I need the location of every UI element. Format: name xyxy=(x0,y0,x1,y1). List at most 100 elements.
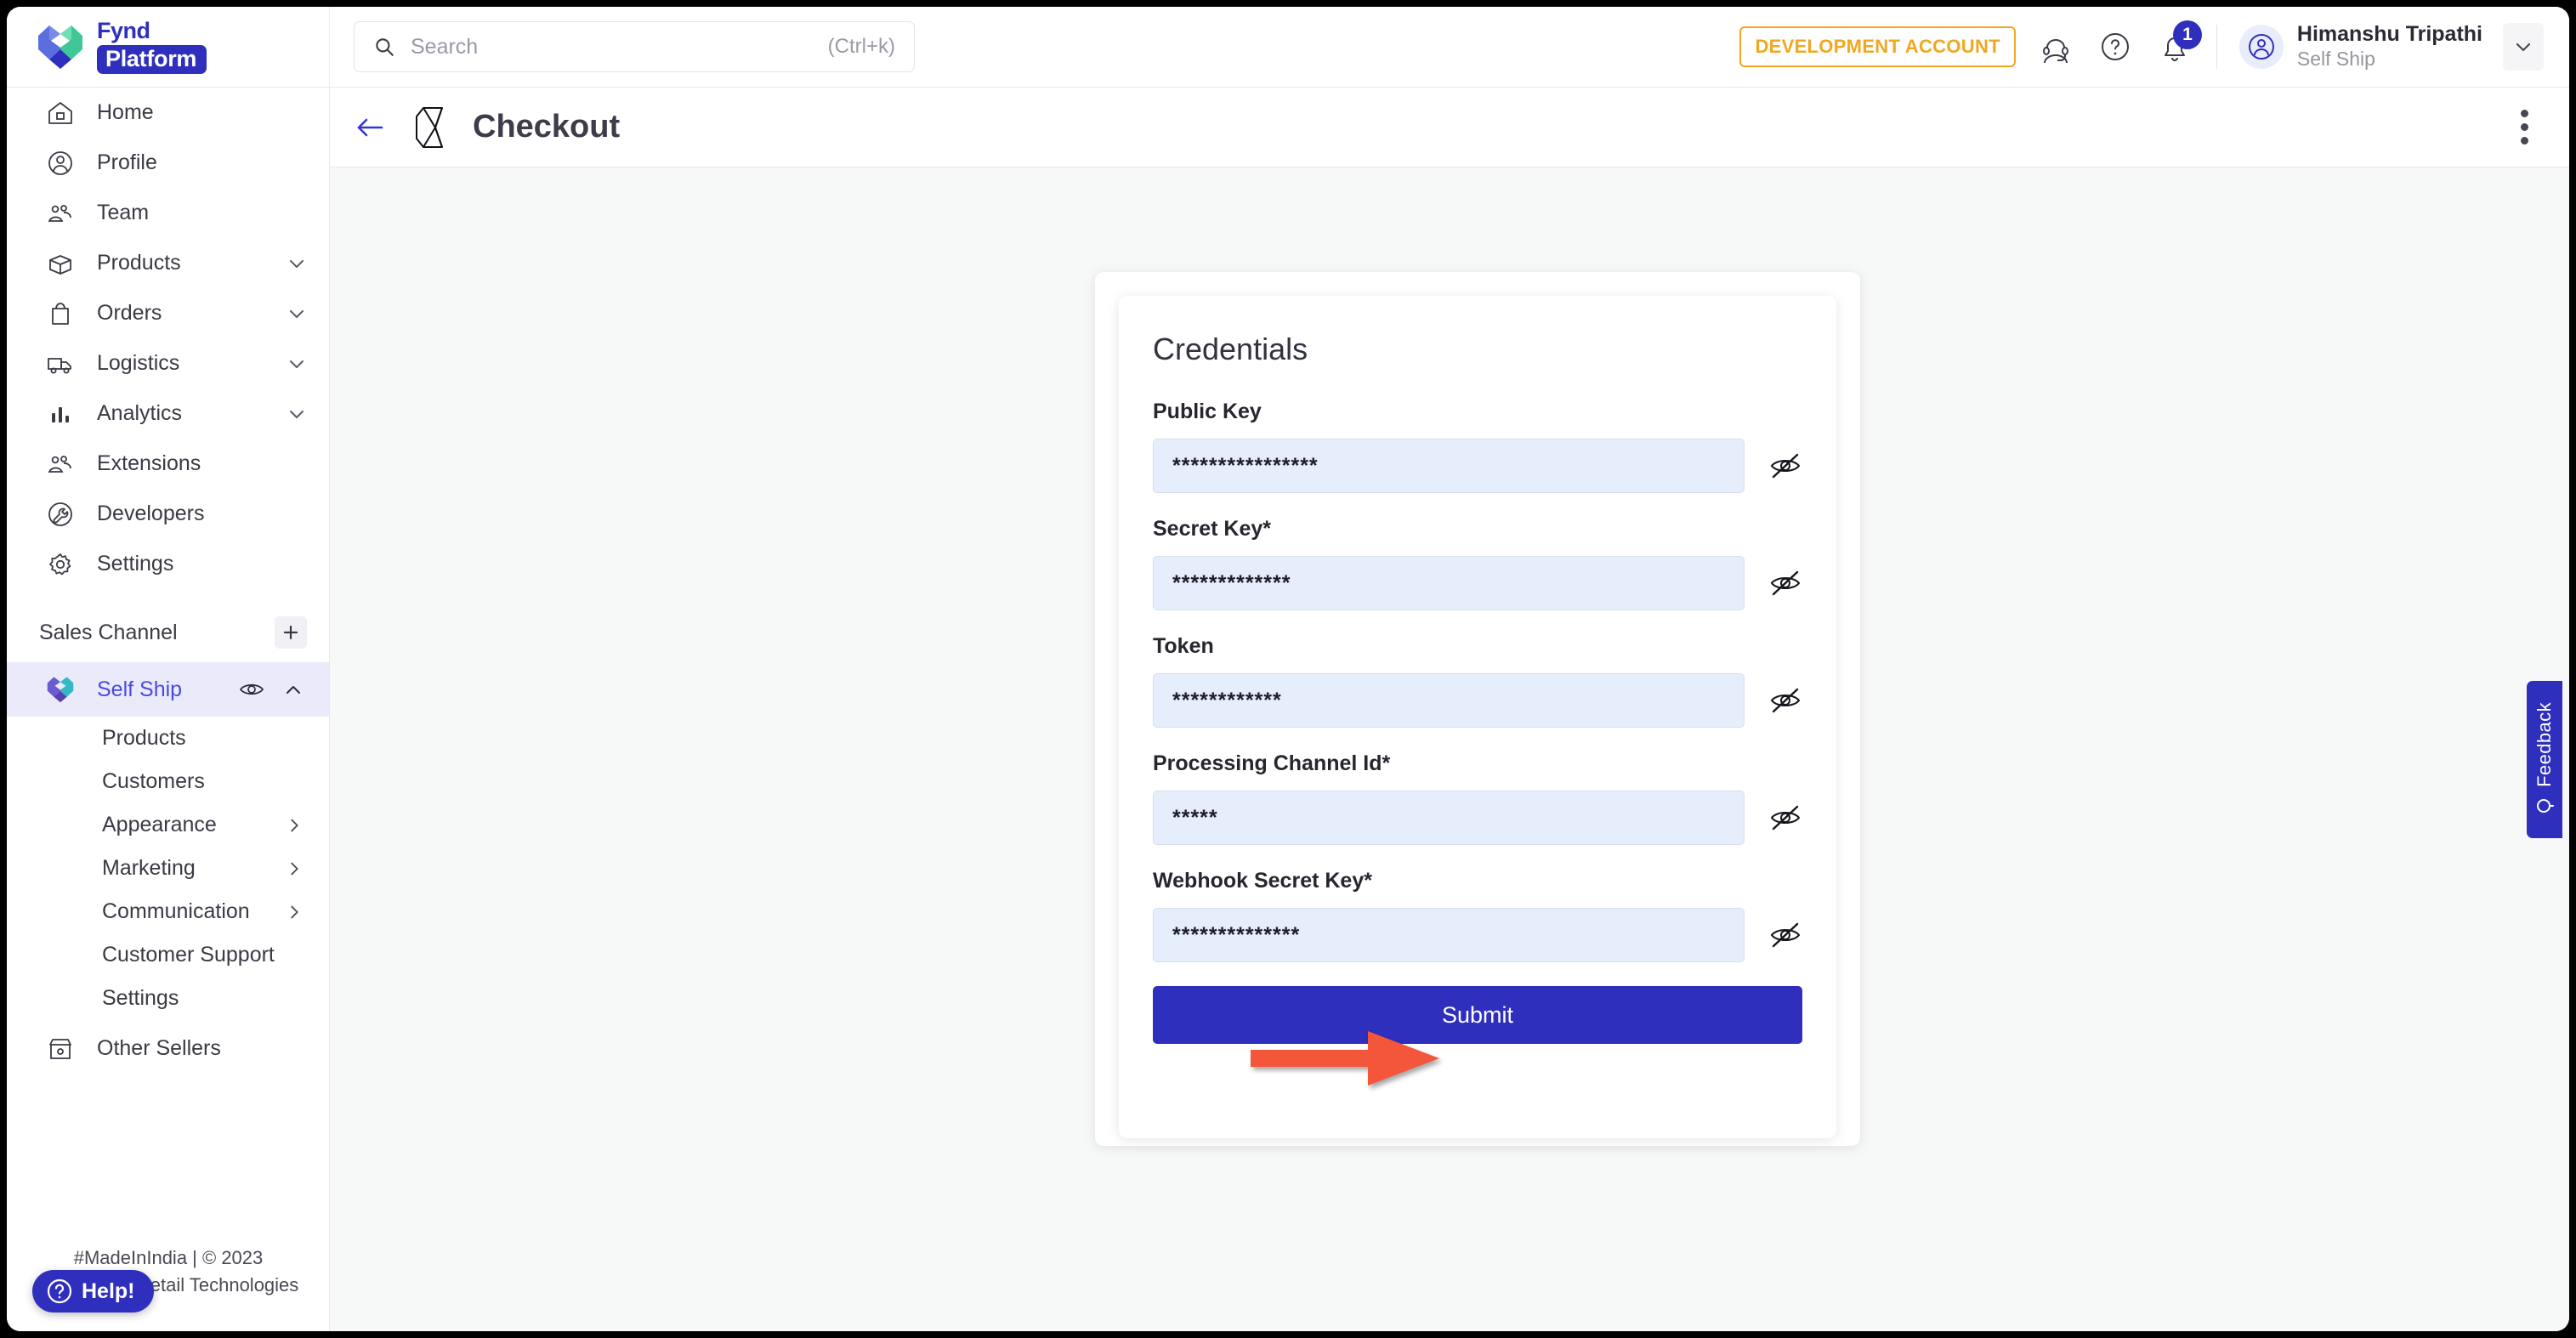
sidebar-subitem-communication[interactable]: Communication xyxy=(7,890,329,933)
processing-channel-id-input[interactable]: ***** xyxy=(1153,791,1745,845)
sidebar-item-label: Profile xyxy=(97,150,157,174)
sidebar-subitem-label: Settings xyxy=(102,986,179,1010)
sidebar-subitem-settings[interactable]: Settings xyxy=(7,977,329,1020)
chevron-right-icon xyxy=(291,905,298,918)
public-key-input[interactable]: **************** xyxy=(1153,439,1745,493)
eye-off-icon[interactable] xyxy=(1768,918,1802,952)
sales-channel-title: Sales Channel xyxy=(39,620,178,644)
sidebar-item-label: Team xyxy=(97,201,150,224)
sidebar-item-label: Extensions xyxy=(97,451,201,475)
sidebar-subitem-marketing[interactable]: Marketing xyxy=(7,847,329,890)
chevron-down-icon xyxy=(290,309,304,318)
box-icon xyxy=(49,254,71,275)
chevron-up-icon[interactable] xyxy=(283,679,304,700)
eye-off-icon[interactable] xyxy=(1768,449,1802,483)
add-sales-channel-button[interactable] xyxy=(275,616,307,649)
question-circle-icon xyxy=(47,1278,72,1304)
field-processing-channel-id: Processing Channel Id* ***** xyxy=(1153,751,1802,845)
sidebar-item-label: Analytics xyxy=(97,401,183,425)
field-webhook-secret-key: Webhook Secret Key* ************** xyxy=(1153,869,1802,962)
search-shortcut-hint: (Ctrl+k) xyxy=(827,35,895,58)
field-label: Secret Key* xyxy=(1153,517,1271,541)
development-account-badge: DEVELOPMENT ACCOUNT xyxy=(1739,26,2016,67)
gear-icon xyxy=(49,553,71,575)
main-content: Checkout Credentials Public Key ********… xyxy=(330,88,2569,1331)
sidebar-subitem-products[interactable]: Products xyxy=(7,717,329,760)
sidebar-subitem-label: Products xyxy=(102,726,186,750)
sidebar-item-label: Other Sellers xyxy=(97,1036,221,1060)
feedback-tab[interactable]: Feedback xyxy=(2527,681,2562,838)
logo-fynd-text: Fynd xyxy=(97,17,150,43)
field-label: Token xyxy=(1153,634,1214,658)
field-public-key: Public Key **************** xyxy=(1153,400,1802,493)
credentials-title: Credentials xyxy=(1153,332,1308,366)
field-label: Processing Channel Id* xyxy=(1153,751,1391,775)
page-title: Checkout xyxy=(473,109,621,145)
chevron-down-icon xyxy=(290,410,304,418)
notification-bell-icon[interactable]: 1 xyxy=(2155,20,2202,66)
sidebar-item-analytics[interactable]: Analytics xyxy=(7,388,329,439)
sidebar-item-orders[interactable]: Orders xyxy=(7,288,329,338)
eye-off-icon[interactable] xyxy=(1768,683,1802,717)
user-menu[interactable]: Himanshu Tripathi Self Ship xyxy=(2297,22,2482,71)
sidebar-item-home[interactable]: Home xyxy=(7,88,329,138)
user-avatar-icon xyxy=(2248,34,2274,60)
search-input[interactable]: Search (Ctrl+k) xyxy=(354,21,915,72)
truck-icon xyxy=(48,357,71,373)
wrench-circle-icon xyxy=(48,502,72,526)
webhook-secret-key-input[interactable]: ************** xyxy=(1153,908,1745,962)
eye-off-icon[interactable] xyxy=(1768,801,1802,835)
back-arrow-icon[interactable] xyxy=(352,109,389,146)
eye-icon[interactable] xyxy=(239,677,264,702)
field-label: Public Key xyxy=(1153,400,1262,423)
help-button-label: Help! xyxy=(82,1278,135,1303)
submit-button[interactable]: Submit xyxy=(1153,986,1802,1044)
sidebar-item-label: Home xyxy=(97,100,154,124)
chevron-down-icon xyxy=(2516,43,2531,52)
support-headset-icon[interactable] xyxy=(2036,27,2075,66)
sidebar-subitem-label: Marketing xyxy=(102,856,196,880)
field-token: Token ************ xyxy=(1153,634,1802,728)
bag-icon xyxy=(52,302,69,325)
token-input[interactable]: ************ xyxy=(1153,673,1745,728)
avatar[interactable] xyxy=(2238,25,2284,69)
sidebar: Home Profile Team Products Orders Logist… xyxy=(7,88,330,1331)
eye-off-icon[interactable] xyxy=(1768,566,1802,600)
sidebar-item-logistics[interactable]: Logistics xyxy=(7,338,329,388)
credentials-card: Credentials Public Key **************** … xyxy=(1119,296,1836,1138)
chevron-down-icon xyxy=(290,360,304,368)
sidebar-item-developers[interactable]: Developers xyxy=(7,489,329,539)
sidebar-item-self-ship[interactable]: Self Ship xyxy=(7,662,329,717)
brand-logo[interactable]: Fynd Platform xyxy=(7,7,330,88)
sidebar-subitem-label: Communication xyxy=(102,899,250,923)
sidebar-item-team[interactable]: Team xyxy=(7,188,329,238)
app-window: Fynd Platform Search (Ctrl+k) DEVELOPMEN… xyxy=(7,7,2569,1331)
top-bar-actions: DEVELOPMENT ACCOUNT 1 Himanshu Tripathi … xyxy=(1739,7,2569,88)
secret-key-input[interactable]: ************* xyxy=(1153,556,1745,610)
plus-icon xyxy=(283,625,298,640)
help-circle-icon[interactable] xyxy=(2096,27,2135,66)
sidebar-subitem-customers[interactable]: Customers xyxy=(7,760,329,803)
sidebar-subitem-customer-support[interactable]: Customer Support xyxy=(7,933,329,977)
chevron-right-icon xyxy=(291,862,298,875)
sidebar-item-extensions[interactable]: Extensions xyxy=(7,439,329,489)
divider xyxy=(2216,25,2217,69)
chevron-down-icon xyxy=(290,259,304,268)
sidebar-item-label: Developers xyxy=(97,502,205,525)
sidebar-item-profile[interactable]: Profile xyxy=(7,138,329,188)
sidebar-item-other-sellers[interactable]: Other Sellers xyxy=(7,1023,329,1074)
extensions-icon xyxy=(48,455,71,473)
sidebar-subitem-label: Customers xyxy=(102,769,205,793)
help-button[interactable]: Help! xyxy=(32,1270,154,1312)
more-vertical-icon[interactable] xyxy=(2512,101,2537,153)
user-menu-chevron-button[interactable] xyxy=(2503,23,2544,71)
sidebar-item-label: Orders xyxy=(97,301,162,325)
fynd-heart-logo-icon xyxy=(47,677,74,703)
profile-icon xyxy=(48,150,72,175)
sidebar-item-products[interactable]: Products xyxy=(7,238,329,288)
user-subtitle: Self Ship xyxy=(2296,48,2375,70)
field-label: Webhook Secret Key* xyxy=(1153,869,1372,893)
search-placeholder: Search xyxy=(411,34,479,59)
sidebar-subitem-appearance[interactable]: Appearance xyxy=(7,803,329,847)
sidebar-item-settings[interactable]: Settings xyxy=(7,539,329,589)
